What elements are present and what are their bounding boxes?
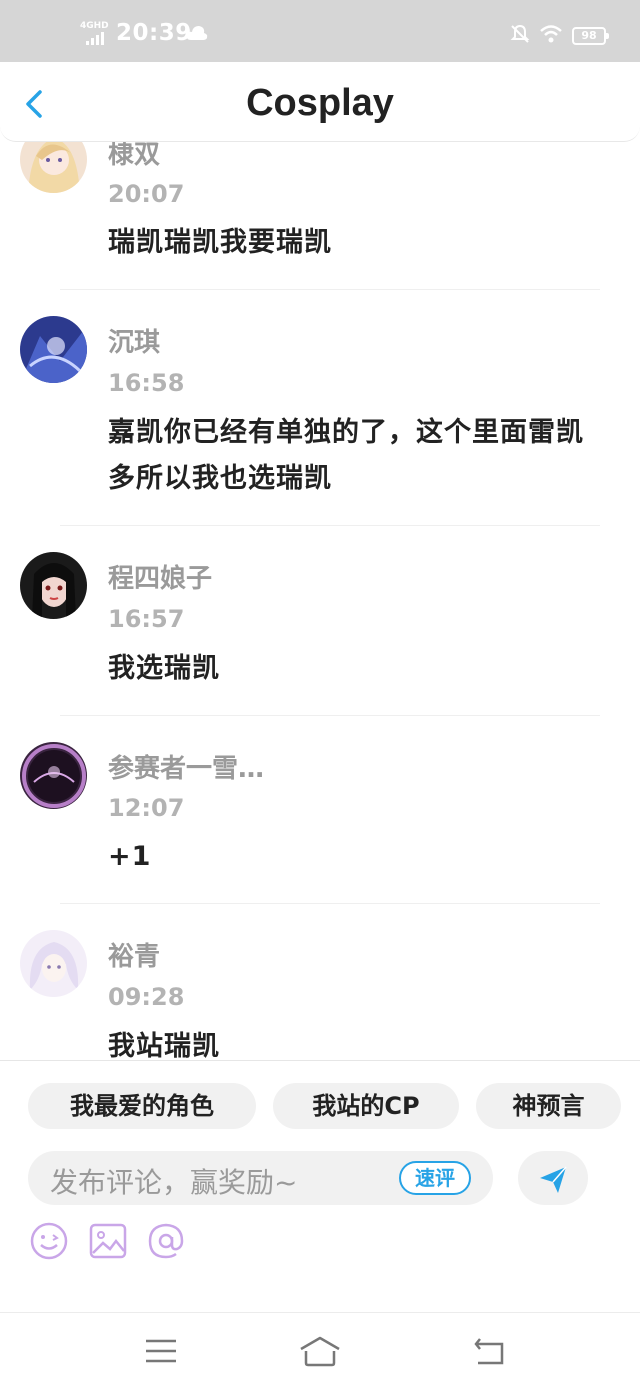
battery-icon: 98 <box>572 27 609 45</box>
divider <box>60 289 600 290</box>
home-icon <box>300 1336 340 1367</box>
comment-author[interactable]: 程四娘子 <box>108 558 212 595</box>
back-nav-button[interactable] <box>472 1335 506 1367</box>
comment-author[interactable]: 参赛者一雪… <box>108 748 264 785</box>
emoji-button[interactable] <box>29 1221 69 1261</box>
comment-input[interactable]: 发布评论，赢奖励~ 速评 <box>28 1151 493 1205</box>
signal-icon <box>86 32 104 45</box>
tag-chip-prophecy[interactable]: 神预言 <box>476 1083 621 1129</box>
status-time: 20:39 <box>116 20 192 46</box>
mute-icon <box>510 24 530 48</box>
comment-time: 16:57 <box>108 605 185 633</box>
menu-icon <box>146 1339 176 1363</box>
comment-time: 12:07 <box>108 794 185 822</box>
at-icon <box>148 1223 184 1259</box>
comment-time: 16:58 <box>108 369 185 397</box>
avatar[interactable] <box>20 742 87 809</box>
quick-review-button[interactable]: 速评 <box>399 1161 471 1195</box>
page-title: Cosplay <box>246 82 394 124</box>
divider <box>60 903 600 904</box>
battery-level: 98 <box>581 29 597 42</box>
image-icon <box>89 1223 127 1259</box>
comment-text: 我站瑞凯 <box>108 1031 220 1060</box>
comment-text: +1 <box>108 841 152 872</box>
avatar[interactable] <box>20 930 87 997</box>
comment-composer: 我最爱的角色 我站的CP 神预言 发布评论，赢奖励~ 速评 <box>0 1060 640 1312</box>
network-type: 4GHD <box>80 21 109 31</box>
comment-time: 20:07 <box>108 180 185 208</box>
cloud-icon <box>186 24 208 46</box>
tag-chip-my-cp[interactable]: 我站的CP <box>273 1083 459 1129</box>
comment-text: 嘉凯你已经有单独的了，这个里面雷凯多所以我也选瑞凯 <box>108 417 584 494</box>
avatar[interactable] <box>20 316 87 383</box>
divider <box>60 715 600 716</box>
nav-header: Cosplay <box>0 62 640 142</box>
comment-text: 瑞凯瑞凯我要瑞凯 <box>108 227 332 258</box>
mention-button[interactable] <box>146 1221 186 1261</box>
back-arrow-icon <box>474 1338 504 1365</box>
comment-author[interactable]: 裕青 <box>108 936 160 973</box>
send-button[interactable] <box>518 1151 588 1205</box>
system-nav-bar <box>0 1312 640 1387</box>
divider <box>60 525 600 526</box>
avatar[interactable] <box>20 552 87 619</box>
tag-chip-favorite-character[interactable]: 我最爱的角色 <box>28 1083 256 1129</box>
home-nav-button[interactable] <box>298 1335 342 1367</box>
wifi-icon <box>540 25 562 47</box>
status-bar: 4GHD 20:39 98 <box>0 0 640 62</box>
menu-nav-button[interactable] <box>144 1335 178 1367</box>
emoji-icon <box>30 1222 68 1260</box>
comment-author[interactable]: 沉琪 <box>108 322 160 359</box>
comment-placeholder: 发布评论，赢奖励~ <box>50 1166 298 1199</box>
comment-list[interactable]: 棣双 20:07 瑞凯瑞凯我要瑞凯 沉琪 16:58 嘉凯你已经有单独的了，这个… <box>0 112 640 1060</box>
image-button[interactable] <box>88 1221 128 1261</box>
send-icon <box>540 1166 567 1193</box>
comment-time: 09:28 <box>108 983 185 1011</box>
comment-text: 我选瑞凯 <box>108 653 220 684</box>
